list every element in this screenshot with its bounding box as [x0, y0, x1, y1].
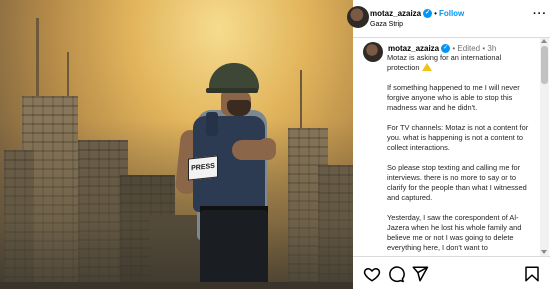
edited-label: Edited: [457, 44, 481, 53]
scroll-up-arrow[interactable]: [541, 39, 547, 43]
post-photo[interactable]: PRESS: [0, 0, 353, 289]
scroll-thumb[interactable]: [541, 46, 548, 84]
caption-avatar[interactable]: [363, 42, 383, 62]
post-header: motaz_azaiza ✓ • Follow Gaza Strip ···: [347, 0, 550, 38]
follow-button[interactable]: Follow: [439, 9, 464, 18]
caption-username[interactable]: motaz_azaiza: [388, 44, 439, 53]
caption-paragraph: For TV channels: Motaz is not a content …: [387, 123, 529, 152]
caption-text: Motaz is asking for an international pro…: [387, 53, 535, 256]
caption-paragraph: If something happened to me I will never…: [387, 83, 520, 112]
username-link[interactable]: motaz_azaiza: [370, 9, 421, 18]
crane-structure: [36, 18, 39, 98]
caption-header: motaz_azaiza ✓ • Edited • 3h: [388, 44, 497, 54]
bookmark-icon[interactable]: [523, 265, 541, 283]
heart-icon[interactable]: [363, 265, 381, 283]
caption-paragraph: So please stop texting and calling me fo…: [387, 163, 527, 202]
scroll-down-arrow[interactable]: [541, 250, 547, 254]
warning-icon: [422, 63, 433, 71]
caption-paragraph: Yesterday, I saw the corespondent of Al-…: [387, 213, 522, 252]
verified-badge-icon: ✓: [423, 9, 433, 19]
rooftop-ledge: [0, 282, 353, 289]
caption-scroll-area[interactable]: motaz_azaiza ✓ • Edited • 3h Motaz is ask…: [353, 38, 538, 256]
send-icon[interactable]: [411, 265, 429, 283]
comment-icon[interactable]: [387, 265, 405, 283]
post-side-panel: motaz_azaiza ✓ • Follow Gaza Strip ··· mota…: [347, 0, 550, 290]
city-haze: [0, 120, 353, 289]
location-link[interactable]: Gaza Strip: [370, 21, 403, 28]
post-time[interactable]: 3h: [487, 44, 496, 53]
press-label: PRESS: [188, 155, 218, 181]
crane-structure: [67, 52, 69, 98]
more-options-button[interactable]: ···: [533, 8, 547, 20]
avatar[interactable]: [347, 6, 369, 28]
header-user-line: motaz_azaiza ✓ • Follow: [370, 9, 465, 19]
scrollbar[interactable]: [540, 38, 549, 256]
instagram-post-viewer: PRESS motaz_azaiza ✓ • Follow Gaza Strip ··…: [0, 0, 550, 290]
action-bar: [353, 256, 550, 290]
caption-paragraph: Motaz is asking for an international pro…: [387, 53, 502, 72]
